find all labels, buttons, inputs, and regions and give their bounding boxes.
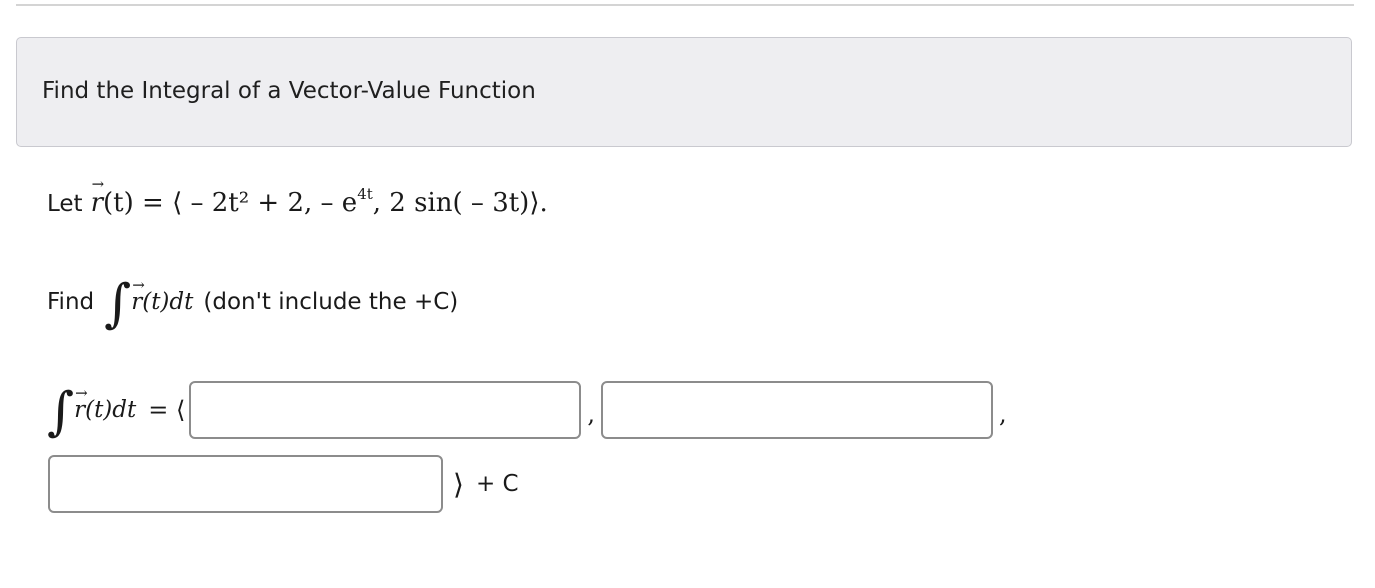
- integral-expression: ∫ r → (t)dt: [104, 274, 194, 334]
- comma-separator: ,: [999, 400, 1007, 428]
- vector-r: r →: [90, 175, 105, 218]
- plus-c-label: + C: [475, 471, 519, 497]
- function-expression: (t) = ⟨ – 2t² + 2, – e: [103, 188, 358, 218]
- answer-row-1: ∫ r → (t)dt = ⟨ , ,: [47, 378, 1013, 442]
- function-tail: , 2 sin( – 3t)⟩.: [372, 188, 548, 218]
- exponent: 4t: [357, 185, 373, 203]
- vector-arrow-icon: →: [132, 276, 145, 294]
- function-definition: r → (t) = ⟨ – 2t² + 2, – e4t, 2 sin( – 3t)…: [90, 175, 548, 218]
- comma-separator: ,: [587, 400, 595, 428]
- top-divider: [16, 4, 1354, 6]
- answer-integral-expression: ∫ r → (t)dt: [47, 382, 137, 442]
- answer-integral-body: (t)dt: [85, 397, 137, 423]
- question-header: Find the Integral of a Vector-Value Func…: [16, 37, 1352, 147]
- question-title: Find the Integral of a Vector-Value Func…: [42, 78, 536, 104]
- answer-input-2[interactable]: [601, 381, 993, 439]
- integral-sign-icon: ∫: [47, 382, 75, 442]
- answer-row-2: ⟩ + C: [48, 453, 519, 515]
- find-instruction: Find ∫ r → (t)dt (don't include the +C): [47, 272, 458, 332]
- problem-statement: Let r → (t) = ⟨ – 2t² + 2, – e4t, 2 sin( –…: [47, 175, 548, 218]
- vector-r: r →: [131, 276, 145, 315]
- find-label: Find: [47, 289, 95, 315]
- vector-r: r →: [74, 384, 88, 423]
- vector-arrow-icon: →: [75, 384, 88, 402]
- answer-input-3[interactable]: [48, 455, 443, 513]
- close-angle: ⟩: [453, 467, 464, 501]
- integral-body: (t)dt: [142, 289, 194, 315]
- let-label: Let: [47, 191, 83, 217]
- find-note: (don't include the +C): [203, 289, 459, 315]
- equals-open-angle: = ⟨: [148, 396, 186, 424]
- vector-arrow-icon: →: [91, 175, 105, 193]
- integral-sign-icon: ∫: [104, 274, 132, 334]
- answer-input-1[interactable]: [189, 381, 582, 439]
